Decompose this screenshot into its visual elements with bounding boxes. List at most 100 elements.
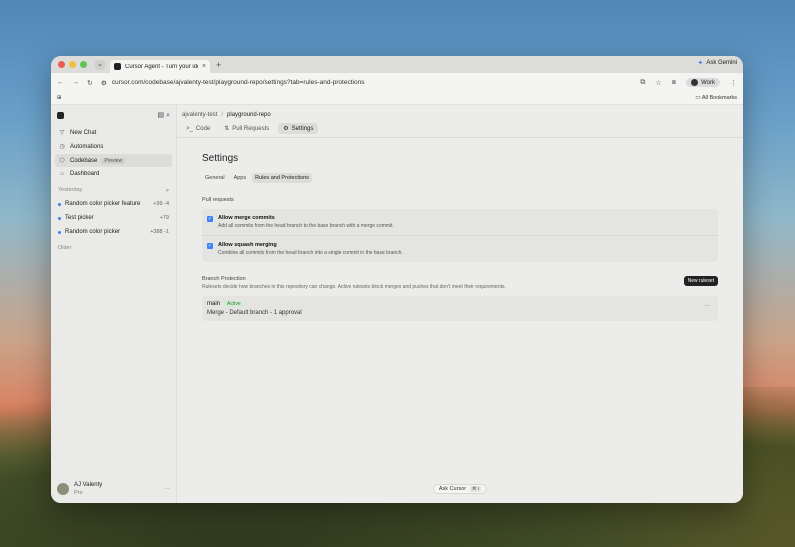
profile-avatar (691, 79, 699, 86)
user-name: AJ Valenty (74, 482, 103, 488)
ask-gemini-button[interactable]: ✦ Ask Gemini (697, 59, 737, 67)
tab-pull-requests[interactable]: ⇅ Pull Requests (219, 123, 274, 134)
ask-cursor-label: Ask Cursor (438, 486, 467, 492)
settings-subtabs: General Apps Rules and Protections (202, 173, 718, 183)
profile-button[interactable]: Work (686, 78, 720, 87)
toggle-sidebar-icon[interactable]: ▤ (158, 112, 165, 119)
section-older: Older (55, 239, 172, 254)
ruleset-card[interactable]: main Active Merge - Default branch - 1 a… (202, 296, 718, 321)
codebase-icon: ⬡ (59, 158, 65, 164)
sidebar-item-label: Dashboard (70, 171, 100, 177)
tab-search-dropdown-icon[interactable]: ⌄ (95, 59, 105, 70)
squash-merging-checkbox[interactable]: ✓ (207, 243, 213, 249)
tab-bar: ⌄ Cursor Agent - Turn your ide × + ✦ Ask… (51, 56, 743, 73)
section-yesterday: Yesterday ⩦ (55, 181, 172, 197)
more-icon[interactable]: ··· (164, 486, 170, 492)
ruleset-more-icon[interactable]: ··· (704, 303, 710, 309)
chat-diff-stat: +79 (159, 215, 169, 221)
dashboard-icon: ⌂ (60, 171, 64, 177)
user-plan: Pro (74, 490, 83, 496)
browser-menu-icon[interactable]: ⋮ (730, 79, 737, 87)
automations-icon: ◷ (59, 144, 65, 150)
close-tab-icon[interactable]: × (202, 63, 206, 70)
tab-settings[interactable]: ⚙ Settings (278, 123, 319, 134)
settings-content: Settings General Apps Rules and Protecti… (177, 153, 743, 321)
filter-icon[interactable]: ⩦ (166, 187, 169, 194)
sidebar: ▤ ⌕ ▽ New Chat ◷ Automations ⬡ Codebase … (51, 105, 177, 503)
new-ruleset-button[interactable]: New ruleset (683, 276, 718, 286)
app: ▤ ⌕ ▽ New Chat ◷ Automations ⬡ Codebase … (51, 105, 743, 503)
breadcrumb-separator: / (221, 112, 224, 118)
site-info-icon[interactable]: ⚙ (101, 79, 107, 87)
merge-commits-option: ✓ Allow merge commits Add all commits fr… (202, 209, 718, 235)
bookmark-star-icon[interactable]: ☆ (655, 79, 661, 87)
tab-title: Cursor Agent - Turn your ide (125, 63, 198, 70)
chat-item[interactable]: Test picker +79 (55, 211, 172, 225)
subtab-rules-and-protections[interactable]: Rules and Protections (252, 173, 312, 183)
chat-diff-stat: +99 -4 (153, 201, 169, 207)
back-icon[interactable]: ← (57, 79, 64, 86)
all-bookmarks-button[interactable]: ▭ All Bookmarks (695, 95, 737, 101)
toolbar-right: ⧉ ☆ ⧈ Work ⋮ (640, 78, 737, 87)
new-tab-icon[interactable]: + (216, 60, 221, 70)
sidebar-item-label: Automations (70, 143, 104, 150)
sidebar-item-codebase[interactable]: ⬡ Codebase Preview (55, 154, 172, 167)
tab-code[interactable]: >_ Code (181, 123, 215, 134)
folder-icon: ▭ (695, 95, 701, 101)
sidebar-item-automations[interactable]: ◷ Automations (55, 140, 172, 153)
subtab-apps[interactable]: Apps (231, 173, 250, 183)
section-label: Yesterday (58, 187, 83, 193)
main-panel: ajvalenty-test / playground-repo >_ Code… (177, 105, 743, 503)
user-meta: AJ Valenty Pro (74, 481, 159, 497)
ask-cursor-button[interactable]: Ask Cursor ⌘ I (432, 484, 488, 494)
ask-cursor-shortcut: ⌘ I (470, 486, 482, 492)
chat-label: Test picker (65, 215, 94, 221)
tab-label: Settings (291, 125, 314, 132)
url-text: cursor.com/codebase/ajvalenty-test/playg… (111, 79, 365, 86)
breadcrumb-repo[interactable]: playground-repo (227, 112, 271, 118)
browser-tab[interactable]: Cursor Agent - Turn your ide × (110, 60, 210, 73)
address-bar-row: ← → ↻ ⚙ cursor.com/codebase/ajvalenty-te… (51, 73, 743, 92)
tab-label: Code (195, 125, 211, 132)
url-field[interactable]: ⚙ cursor.com/codebase/ajvalenty-test/pla… (101, 79, 633, 87)
maximize-window-button[interactable] (80, 61, 87, 68)
status-badge: Active (224, 301, 244, 307)
page-title: Settings (202, 153, 239, 164)
breadcrumb: ajvalenty-test / playground-repo (177, 105, 743, 118)
gear-icon: ⚙ (283, 126, 289, 132)
new-chat-icon: ▽ (59, 130, 65, 136)
option-desc: Add all commits from the head branch to … (218, 223, 394, 229)
sidebar-item-new-chat[interactable]: ▽ New Chat (55, 126, 172, 139)
extensions-icon[interactable]: ⧈ (672, 79, 676, 87)
install-app-icon[interactable]: ⧉ (640, 79, 645, 87)
close-window-button[interactable] (58, 61, 65, 68)
chat-label: Random color picker (65, 229, 121, 235)
reload-icon[interactable]: ↻ (87, 79, 93, 87)
apps-grid-icon[interactable]: ⊞ (57, 95, 62, 101)
branch-protection-title: Branch Protection (202, 276, 246, 282)
user-profile[interactable]: AJ Valenty Pro ··· (57, 481, 170, 497)
squash-merging-option: ✓ Allow squash merging Combine all commi… (202, 235, 718, 262)
repo-tabs: >_ Code ⇅ Pull Requests ⚙ Settings (177, 118, 743, 138)
minimize-window-button[interactable] (69, 61, 76, 68)
avatar (57, 483, 69, 495)
sidebar-item-label: New Chat (70, 129, 97, 136)
ruleset-summary: Merge - Default branch - 1 approval (207, 310, 302, 316)
breadcrumb-org[interactable]: ajvalenty-test (182, 112, 217, 118)
chat-status-dot (58, 216, 61, 220)
chat-item[interactable]: Random color picker +388 -1 (55, 225, 172, 239)
sidebar-item-label: Codebase (70, 157, 98, 164)
cursor-favicon-icon (114, 63, 121, 70)
ruleset-name: main (207, 301, 221, 307)
forward-icon[interactable]: → (72, 79, 79, 86)
subtab-general[interactable]: General (202, 173, 228, 183)
cursor-logo-icon[interactable] (57, 112, 64, 119)
option-title: Allow merge commits (218, 215, 275, 221)
chat-status-dot (58, 202, 61, 206)
merge-commits-checkbox[interactable]: ✓ (207, 216, 213, 222)
pull-requests-section-label: Pull requests (202, 197, 234, 203)
search-icon[interactable]: ⌕ (166, 112, 170, 119)
chat-item[interactable]: Random color picker feature +99 -4 (55, 197, 172, 211)
gemini-icon: ✦ (697, 60, 704, 67)
sidebar-item-dashboard[interactable]: ⌂ Dashboard (55, 168, 172, 180)
